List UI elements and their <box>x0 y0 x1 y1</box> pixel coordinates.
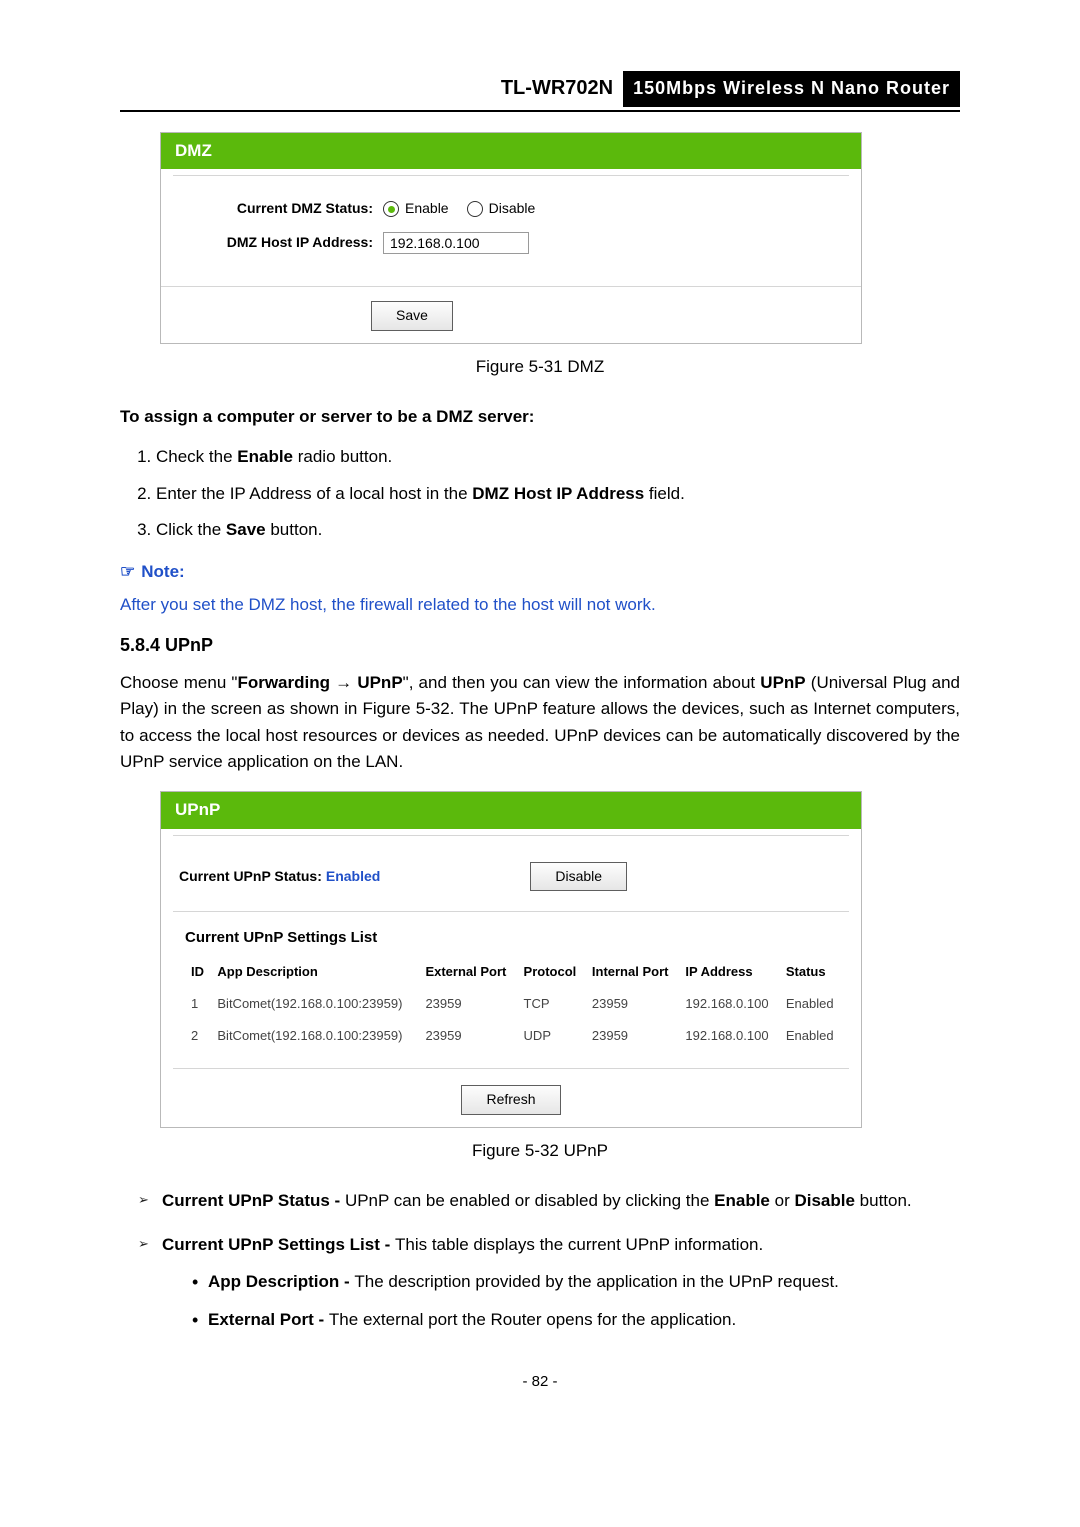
col-id: ID <box>185 958 211 990</box>
page-number: - 82 - <box>120 1370 960 1393</box>
radio-enable[interactable] <box>383 201 399 217</box>
save-button[interactable]: Save <box>371 301 453 331</box>
table-row: 1 BitComet(192.168.0.100:23959) 23959 TC… <box>185 990 843 1022</box>
doc-header: TL-WR702N 150Mbps Wireless N Nano Router <box>120 70 960 112</box>
upnp-panel-title: UPnP <box>161 792 861 828</box>
assign-heading: To assign a computer or server to be a D… <box>120 404 960 430</box>
dmz-panel: DMZ Current DMZ Status: Enable Disable D… <box>160 132 862 344</box>
upnp-status-value: Enabled <box>326 866 380 888</box>
dmz-host-label: DMZ Host IP Address: <box>173 232 383 254</box>
model-label: TL-WR702N <box>491 70 623 107</box>
upnp-list-title: Current UPnP Settings List <box>161 912 861 957</box>
feature-list: Current UPnP Status - UPnP can be enable… <box>120 1188 960 1333</box>
sub-list: App Description - The description provid… <box>162 1269 960 1334</box>
table-row: 2 BitComet(192.168.0.100:23959) 23959 UD… <box>185 1022 843 1054</box>
dmz-host-row: DMZ Host IP Address: <box>173 232 849 254</box>
disable-button[interactable]: Disable <box>530 862 627 892</box>
step-1: Check the Enable radio button. <box>156 444 960 470</box>
note-header: ☞Note: <box>120 559 960 585</box>
col-app: App Description <box>211 958 419 990</box>
list-item: App Description - The description provid… <box>192 1269 960 1295</box>
note-body: After you set the DMZ host, the firewall… <box>120 592 960 618</box>
col-intp: Internal Port <box>586 958 680 990</box>
hand-icon: ☞ <box>120 562 135 581</box>
product-desc: 150Mbps Wireless N Nano Router <box>623 71 960 107</box>
section-5-8-4-heading: 5.8.4 UPnP <box>120 632 960 660</box>
list-item: External Port - The external port the Ro… <box>192 1307 960 1333</box>
radio-disable[interactable] <box>467 201 483 217</box>
page: TL-WR702N 150Mbps Wireless N Nano Router… <box>0 0 1080 1433</box>
upnp-panel: UPnP Current UPnP Status: Enabled Disabl… <box>160 791 862 1127</box>
radio-disable-label: Disable <box>489 198 536 220</box>
figure-caption-upnp: Figure 5-32 UPnP <box>120 1138 960 1164</box>
dmz-status-label: Current DMZ Status: <box>173 198 383 220</box>
list-item: Current UPnP Settings List - This table … <box>144 1232 960 1333</box>
radio-enable-label: Enable <box>405 198 449 220</box>
upnp-status-row: Current UPnP Status: Enabled Disable <box>161 836 861 912</box>
upnp-table: ID App Description External Port Protoco… <box>185 958 843 1054</box>
upnp-intro-paragraph: Choose menu "Forwarding → UPnP", and the… <box>120 670 960 775</box>
table-header-row: ID App Description External Port Protoco… <box>185 958 843 990</box>
dmz-status-row: Current DMZ Status: Enable Disable <box>173 198 849 220</box>
col-ext: External Port <box>419 958 517 990</box>
col-ip: IP Address <box>679 958 779 990</box>
refresh-button[interactable]: Refresh <box>461 1085 560 1115</box>
col-status: Status <box>780 958 843 990</box>
figure-caption-dmz: Figure 5-31 DMZ <box>120 354 960 380</box>
step-3: Click the Save button. <box>156 517 960 543</box>
steps-list: Check the Enable radio button. Enter the… <box>120 444 960 543</box>
col-proto: Protocol <box>518 958 586 990</box>
dmz-host-input[interactable] <box>383 232 529 254</box>
list-item: Current UPnP Status - UPnP can be enable… <box>144 1188 960 1214</box>
upnp-status-label: Current UPnP Status: <box>179 866 322 888</box>
step-2: Enter the IP Address of a local host in … <box>156 481 960 507</box>
dmz-panel-title: DMZ <box>161 133 861 169</box>
